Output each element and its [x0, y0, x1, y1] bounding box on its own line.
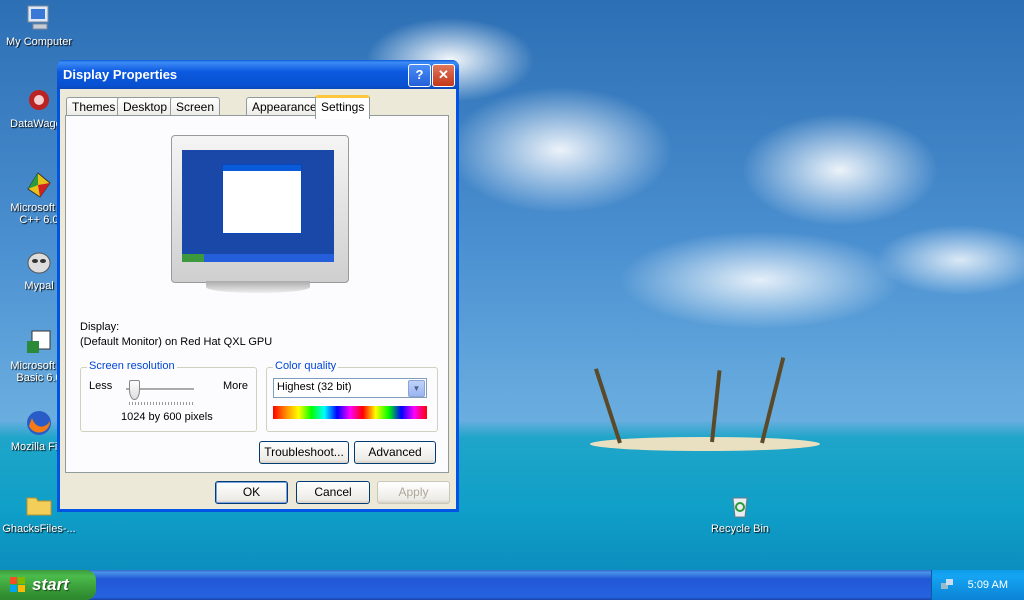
resolution-slider-thumb[interactable]: [128, 380, 140, 400]
datawagon-icon: [23, 84, 55, 116]
tab-appearance[interactable]: Appearance: [246, 97, 323, 116]
slider-less-label: Less: [89, 380, 113, 392]
resolution-value: 1024 by 600 pixels: [121, 411, 213, 423]
desktop-icon-recycle-bin[interactable]: Recycle Bin: [701, 489, 779, 535]
color-quality-select[interactable]: Highest (32 bit) ▼: [273, 378, 427, 398]
color-quality-selected: Highest (32 bit): [277, 381, 352, 393]
screen-resolution-label: Screen resolution: [87, 360, 177, 372]
tab-settings[interactable]: Settings: [315, 95, 371, 119]
desktop-icon-label: My Computer: [5, 36, 73, 48]
advanced-button[interactable]: Advanced: [354, 441, 436, 464]
system-tray: 5:09 AM: [931, 570, 1024, 600]
preview-taskbar: [182, 254, 334, 262]
close-button[interactable]: ✕: [432, 64, 455, 87]
monitor-preview: [171, 135, 349, 283]
palm-tree: [760, 357, 786, 444]
preview-window: [222, 164, 302, 234]
network-icon[interactable]: [940, 577, 954, 591]
dialog-client-area: Themes Desktop Screen Saver Appearance S…: [60, 89, 456, 509]
screen-resolution-group: Screen resolution Less More 1024 by 600 …: [80, 360, 257, 432]
palm-tree: [710, 370, 722, 443]
desktop-icon-label: Recycle Bin: [710, 523, 770, 535]
start-button[interactable]: start: [0, 570, 96, 600]
display-value: (Default Monitor) on Red Hat QXL GPU: [80, 336, 273, 348]
tab-themes[interactable]: Themes: [66, 97, 122, 116]
troubleshoot-button[interactable]: Troubleshoot...: [259, 441, 349, 464]
color-quality-group: Color quality Highest (32 bit) ▼: [266, 360, 438, 432]
apply-button[interactable]: Apply: [377, 481, 450, 504]
color-quality-label: Color quality: [273, 360, 339, 372]
monitor-stand: [206, 281, 310, 293]
slider-ticks: [129, 402, 193, 405]
slider-more-label: More: [222, 380, 248, 392]
window-title: Display Properties: [63, 67, 178, 82]
tab-screen-saver[interactable]: Screen Saver: [170, 97, 221, 132]
clock[interactable]: 5:09 AM: [968, 579, 1008, 591]
window-titlebar[interactable]: Display Properties ? ✕: [57, 60, 459, 89]
palm-tree: [593, 368, 622, 444]
help-button[interactable]: ?: [408, 64, 431, 87]
ok-button[interactable]: OK: [215, 481, 288, 504]
desktop-icon-label: GhacksFiles-...: [2, 523, 76, 535]
chevron-down-icon[interactable]: ▼: [408, 380, 425, 397]
island: [590, 437, 820, 451]
taskbar: start 5:09 AM: [0, 570, 1024, 600]
display-label: Display:: [80, 321, 120, 333]
visual-basic-icon: [23, 326, 55, 358]
recycle-bin-icon: [724, 489, 756, 521]
settings-panel: Display: (Default Monitor) on Red Hat QX…: [65, 115, 449, 473]
cancel-button[interactable]: Cancel: [296, 481, 370, 504]
preview-start-button: [182, 254, 204, 262]
folder-icon: [23, 489, 55, 521]
tab-desktop[interactable]: Desktop: [117, 97, 174, 116]
firefox-icon: [23, 407, 55, 439]
windows-logo-icon: [10, 577, 25, 592]
monitor-screen: [182, 150, 334, 262]
start-label: start: [32, 575, 69, 594]
desktop-icon-my-computer[interactable]: My Computer: [0, 2, 78, 48]
computer-icon: [23, 2, 55, 34]
visual-cpp-icon: [23, 168, 55, 200]
display-properties-window: Display Properties ? ✕ Themes Desktop Sc…: [57, 60, 459, 512]
color-spectrum-bar: [273, 406, 427, 419]
mypal-icon: [23, 246, 55, 278]
